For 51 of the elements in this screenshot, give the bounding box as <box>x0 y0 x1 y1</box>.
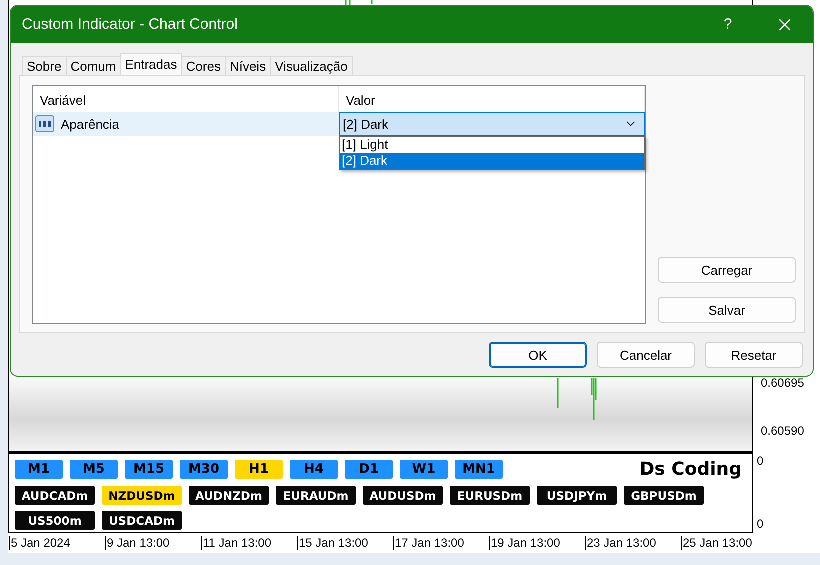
symbol-button[interactable]: NZDUSDm <box>102 486 182 505</box>
help-button[interactable]: ? <box>709 6 747 43</box>
date-label: 5 Jan 2024 <box>9 536 105 550</box>
candle-drawing <box>556 378 598 420</box>
date-label: 25 Jan 13:00 <box>681 536 777 550</box>
timeframe-button[interactable]: W1 <box>400 460 448 479</box>
symbol-button[interactable]: USDCADm <box>102 511 182 530</box>
timeframe-button[interactable]: D1 <box>345 460 393 479</box>
timeframe-button[interactable]: M30 <box>180 460 228 479</box>
dialog-button[interactable]: OK <box>489 342 587 368</box>
timeframe-button[interactable]: M15 <box>125 460 173 479</box>
symbol-button[interactable]: AUDUSDm <box>363 486 443 505</box>
date-label: 11 Jan 13:00 <box>201 536 297 550</box>
symbol-button[interactable]: USDJPYm <box>537 486 617 505</box>
price-label: 0.60590 <box>761 424 806 438</box>
variable-name: Aparência <box>61 116 120 132</box>
numeric-icon <box>35 115 55 133</box>
dropdown-option[interactable]: [1] Light <box>340 137 644 153</box>
symbol-button[interactable]: AUDCADm <box>15 486 95 505</box>
indicator-axis-label: 0 <box>757 454 765 468</box>
candle-drawing <box>344 0 374 6</box>
indicator-axis-label: 0 <box>757 517 765 531</box>
timeframe-button[interactable]: MN1 <box>455 460 503 479</box>
timeframe-button[interactable]: M5 <box>70 460 118 479</box>
brand-label: Ds Coding <box>640 459 742 480</box>
date-label: 15 Jan 13:00 <box>297 536 393 550</box>
side-button[interactable]: Salvar <box>658 297 796 323</box>
dialog-button[interactable]: Resetar <box>705 342 803 368</box>
date-label: 19 Jan 13:00 <box>489 536 585 550</box>
date-label: 17 Jan 13:00 <box>393 536 489 550</box>
date-label: 9 Jan 13:00 <box>105 536 201 550</box>
symbol-button[interactable]: US500m <box>15 511 95 530</box>
dropdown-value: [2] Dark <box>343 116 389 132</box>
symbol-button[interactable]: AUDNZDm <box>189 486 269 505</box>
date-label: 23 Jan 13:00 <box>585 536 681 550</box>
dropdown-option[interactable]: [2] Dark <box>340 153 644 169</box>
timeframe-button[interactable]: M1 <box>15 460 63 479</box>
timeframe-button[interactable]: H1 <box>235 460 283 479</box>
tab[interactable]: Sobre <box>22 56 67 75</box>
tab[interactable]: Entradas <box>120 53 182 75</box>
symbol-button[interactable]: EURAUDm <box>276 486 356 505</box>
symbol-button[interactable]: EURUSDm <box>450 486 530 505</box>
timeframe-button[interactable]: H4 <box>290 460 338 479</box>
variable-cell[interactable]: Aparência <box>33 112 339 136</box>
window-title: Custom Indicator - Chart Control <box>22 16 239 33</box>
dialog-button[interactable]: Cancelar <box>597 342 695 368</box>
side-button[interactable]: Carregar <box>658 257 796 283</box>
price-label: 0.60695 <box>761 376 806 390</box>
tab[interactable]: Visualização <box>270 56 353 75</box>
symbol-button[interactable]: GBPUSDm <box>624 486 704 505</box>
value-dropdown[interactable]: [2] Dark <box>339 112 645 136</box>
